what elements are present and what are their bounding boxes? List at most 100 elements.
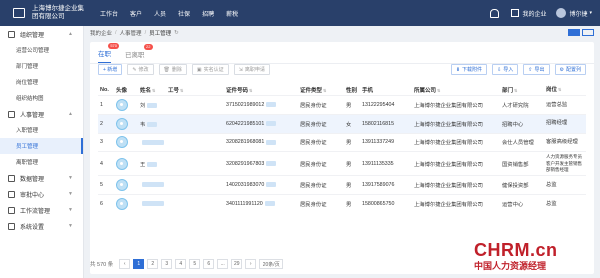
edit-button[interactable]: ✎ 修改 [127,64,154,75]
page-button[interactable]: 2 [147,259,159,269]
table-row[interactable]: 3 3208281968081 居民身份证 男 13911337249 上海博尔… [98,132,586,152]
table-header: No. 头像 姓名⇅ 工号⇅ 证件号码⇅ 证件类型⇅ 性别 手机 所属公司⇅ 部… [100,86,562,94]
leave-icon: ⇲ [238,66,243,73]
avatar[interactable] [556,8,567,18]
top-bar: 上海博尔捷企业集团有限公司 工作台 客户 人员 社保 招聘 薪税 我的企业 博尔… [0,0,600,26]
nav-salary-tax[interactable]: 薪税 [226,9,238,18]
chevron-down-icon[interactable]: ▾ [589,10,592,16]
page-button[interactable]: 6 [203,259,215,269]
toolbar-right: ⬇ 下载附件 ⇩ 导入 ⇧ 导出 ⚙ 配置列 [446,64,586,75]
toolbar: + 新增 ✎ 修改 🗑 删除 ▣ 实名认证 ⇲ 离职申请 ⬇ 下载附件 ⇩ 导入 ⇧ 导出 ⚙… [98,64,586,75]
page-button[interactable]: 5 [189,259,201,269]
refresh-icon[interactable]: ↻ [174,30,179,36]
sidebar: 组织管理 ▲ 运营公司管理 部门管理 岗位管理 组织结构图 人事管理 ▲ 入职管理 … [0,26,84,278]
sort-icon: ⇅ [249,88,253,93]
download-icon: ⬇ [455,66,461,73]
export-icon: ⇧ [528,66,533,73]
sort-icon: ⇅ [180,88,184,93]
sort-icon: ⇅ [323,88,327,93]
breadcrumb-item[interactable]: 人事管理 [120,29,142,37]
org-icon [8,30,15,38]
avatar [116,136,128,149]
leave-application-button[interactable]: ⇲ 离职申请 [233,64,270,75]
gear-icon: ⚙ [559,66,564,73]
nav-workbench[interactable]: 工作台 [100,9,118,18]
breadcrumb-item[interactable]: 我的企业 [90,29,112,37]
chevron-down-icon: ▼ [68,223,73,229]
list-view-button[interactable] [568,29,580,36]
prev-page-button[interactable]: ‹ [119,259,131,269]
table-row[interactable]: 1 刘 3715021989012 居民身份证 男 13122295404 上海… [98,95,586,114]
status-tabs: 在职 570 已离职 22 [90,42,594,64]
sidebar-item-resignation[interactable]: 离职管理 [0,154,83,170]
page-button[interactable]: 29 [231,259,243,269]
user-name[interactable]: 博尔捷 [569,9,587,18]
table-row[interactable]: 4 王 3208291967803 居民身份证 男 13911135335 上海… [98,151,586,175]
chrm-watermark: CHRM.cn 中国人力资源经理 [474,240,594,274]
sort-icon: ⇅ [558,86,562,92]
sidebar-item-position[interactable]: 岗位管理 [0,74,83,90]
chevron-down-icon: ▼ [68,191,73,197]
page-button[interactable]: 4 [175,259,187,269]
sidebar-item-employees[interactable]: 员工管理 [0,138,83,154]
sidebar-group-approval[interactable]: 审批中心 ▼ [0,186,83,202]
delete-icon: 🗑 [163,66,170,73]
sidebar-group-workflow[interactable]: 工作流管理 ▼ [0,202,83,218]
page-button[interactable]: 1 [133,259,145,269]
grid-view-button[interactable] [582,29,594,36]
my-company-link[interactable]: 我的企业 [522,9,546,18]
configure-columns-button[interactable]: ⚙ 配置列 [554,64,586,75]
watermark-logo: CHRM.cn [474,240,558,260]
import-button[interactable]: ⇩ 导入 [492,64,519,75]
sort-icon: ⇅ [514,88,518,93]
nav-personnel[interactable]: 人员 [154,9,166,18]
avatar [116,117,128,130]
add-button[interactable]: + 新增 [98,64,123,75]
total-count: 共 570 条 [90,262,114,268]
sidebar-item-org-chart[interactable]: 组织结构图 [0,90,83,106]
table-row[interactable]: 6 3401111991120 居民身份证 男 15800865750 上海博尔… [98,194,586,213]
company-name: 上海博尔捷企业集团有限公司 [32,5,84,20]
workflow-icon [8,206,15,214]
sort-icon: ⇅ [152,88,156,93]
watermark-subtitle: 中国人力资源经理 [474,262,547,272]
settings-icon [8,222,15,230]
nav-customer[interactable]: 客户 [130,9,142,18]
table-row[interactable]: 5 1402031983070 居民身份证 男 13917589076 上海博尔… [98,175,586,194]
export-button[interactable]: ⇧ 导出 [523,64,550,75]
sidebar-item-operating-company[interactable]: 运营公司管理 [0,42,83,58]
home-icon [511,9,520,17]
main-content: 我的企业 / 人事管理 / 员工管理 ↻ 在职 570 已离职 22 + 新增 ✎ 修改 … [90,28,594,274]
top-nav: 工作台 客户 人员 社保 招聘 薪税 [100,9,250,18]
chevron-down-icon: ▼ [68,207,73,213]
table-row[interactable]: 2 韦 6204221985101 居民身份证 女 15802116815 上海… [98,113,586,133]
sidebar-item-onboarding[interactable]: 入职管理 [0,122,83,138]
person-icon [8,110,15,118]
breadcrumb-current: 员工管理 [149,31,172,37]
download-attachments-button[interactable]: ⬇ 下载附件 [450,64,488,75]
company-logo-icon [8,5,30,21]
sidebar-group-org[interactable]: 组织管理 ▲ [0,26,83,42]
sort-icon: ⇅ [437,88,441,93]
page-ellipsis[interactable]: ... [217,259,229,269]
delete-button[interactable]: 🗑 删除 [158,64,187,75]
tab-active-employees[interactable]: 在职 570 [98,43,119,63]
avatar [116,198,128,211]
next-page-button[interactable]: › [245,259,257,269]
sidebar-item-department[interactable]: 部门管理 [0,58,83,74]
count-badge: 22 [144,44,153,50]
count-badge: 570 [108,43,119,49]
edit-icon: ✎ [132,66,137,73]
chevron-down-icon: ▼ [68,175,73,181]
sidebar-group-data[interactable]: 数据管理 ▼ [0,170,83,186]
bell-icon[interactable] [490,8,500,18]
verify-icon: ▣ [196,66,202,73]
sidebar-group-hr[interactable]: 人事管理 ▲ [0,106,83,122]
verify-button[interactable]: ▣ 实名认证 [191,64,229,75]
nav-social-security[interactable]: 社保 [178,9,190,18]
tab-resigned[interactable]: 已离职 22 [125,44,153,63]
sidebar-group-settings[interactable]: 系统设置 ▼ [0,218,83,234]
page-size-select[interactable]: 20条/页 [259,259,284,269]
page-button[interactable]: 3 [161,259,173,269]
nav-recruitment[interactable]: 招聘 [202,9,214,18]
